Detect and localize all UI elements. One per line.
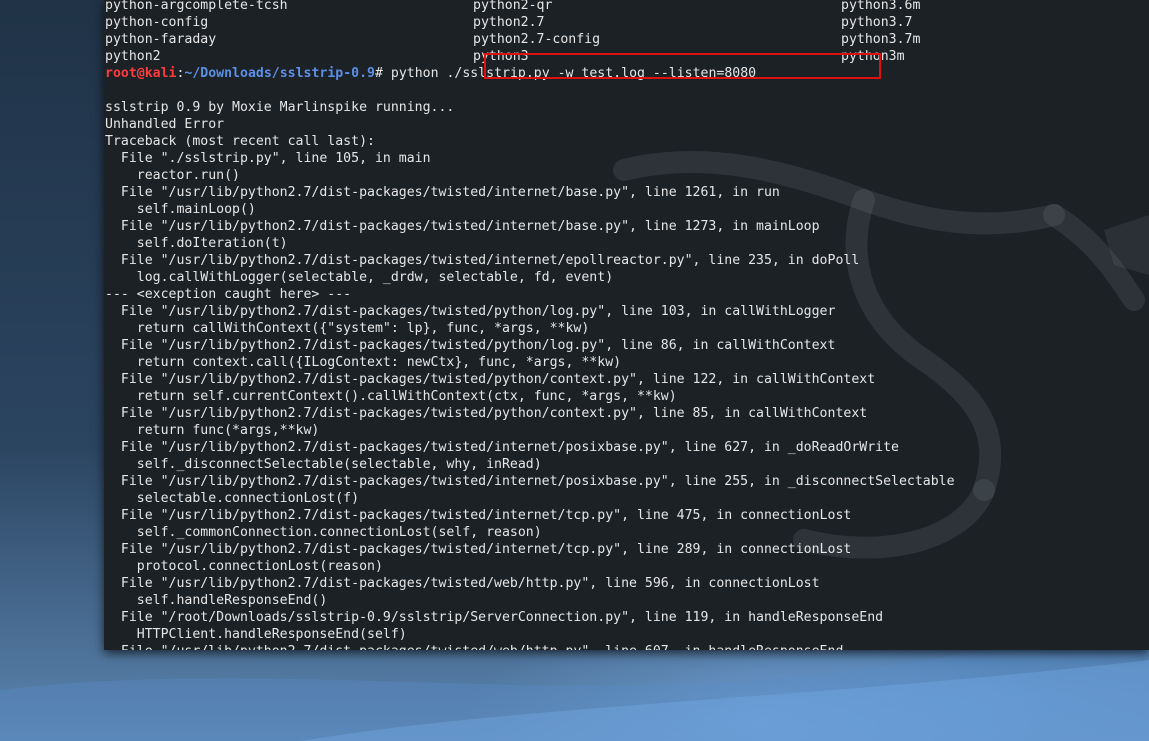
output-line: return callWithContext({"system": lp}, f…: [105, 321, 590, 336]
output-line: File "/usr/lib/python2.7/dist-packages/t…: [105, 542, 852, 557]
output-line: self.handleResponseEnd(): [105, 593, 328, 608]
ls-entry: python-argcomplete-tcsh: [105, 0, 288, 13]
output-line: File "/usr/lib/python2.7/dist-packages/t…: [105, 576, 820, 591]
output-line: Traceback (most recent call last):: [105, 134, 375, 149]
ls-entry: python3.7m: [841, 32, 921, 47]
ls-entry: python3.6m: [841, 0, 921, 13]
output-line: sslstrip 0.9 by Moxie Marlinspike runnin…: [105, 100, 455, 115]
terminal-output: python-argcomplete-tcsh python2-qr pytho…: [105, 0, 1145, 650]
output-line: File "/usr/lib/python2.7/dist-packages/t…: [105, 304, 836, 319]
terminal-window[interactable]: python-argcomplete-tcsh python2-qr pytho…: [104, 0, 1149, 650]
output-line: self._commonConnection.connectionLost(se…: [105, 525, 542, 540]
ls-entry: python2.7: [473, 15, 545, 30]
ls-entry: python-faraday: [105, 32, 217, 47]
ls-entry: python3: [473, 49, 529, 64]
output-line: log.callWithLogger(selectable, _drdw, se…: [105, 270, 614, 285]
command-text[interactable]: python ./sslstrip.py -w test.log --liste…: [383, 66, 756, 81]
output-line: File "/usr/lib/python2.7/dist-packages/t…: [105, 643, 1145, 650]
output-line: HTTPClient.handleResponseEnd(self): [105, 627, 407, 642]
output-line: protocol.connectionLost(reason): [105, 559, 383, 574]
output-line: selectable.connectionLost(f): [105, 491, 360, 506]
prompt-user-host: root@kali: [105, 66, 177, 81]
output-line: return self.currentContext().callWithCon…: [105, 389, 677, 404]
output-line: reactor.run(): [105, 168, 240, 183]
output-line: Unhandled Error: [105, 117, 225, 132]
ls-row: python-argcomplete-tcsh python2-qr pytho…: [105, 0, 1145, 14]
output-line: --- <exception caught here> ---: [105, 287, 352, 302]
ls-row: python2 python3 python3m: [105, 48, 1145, 65]
ls-entry: python3.7: [841, 15, 913, 30]
ls-entry: python3m: [841, 49, 905, 64]
output-line: return func(*args,**kw): [105, 423, 320, 438]
output-line: File "/usr/lib/python2.7/dist-packages/t…: [105, 253, 860, 268]
output-line: File "/usr/lib/python2.7/dist-packages/t…: [105, 474, 955, 489]
traceback-output: sslstrip 0.9 by Moxie Marlinspike runnin…: [105, 82, 1145, 650]
output-line: return context.call({ILogContext: newCtx…: [105, 355, 622, 370]
output-line: File "/usr/lib/python2.7/dist-packages/t…: [105, 219, 820, 234]
output-line: File "/usr/lib/python2.7/dist-packages/t…: [105, 440, 899, 455]
prompt-symbol: #: [374, 66, 383, 81]
ls-entry: python2.7-config: [473, 32, 601, 47]
ls-entry: python2-qr: [473, 0, 553, 13]
ls-entry: python-config: [105, 15, 209, 30]
ls-row: python-faraday python2.7-config python3.…: [105, 31, 1145, 48]
output-line: File "/root/Downloads/sslstrip-0.9/sslst…: [105, 610, 884, 625]
output-line: File "/usr/lib/python2.7/dist-packages/t…: [105, 508, 852, 523]
prompt-path: ~/Downloads/sslstrip-0.9: [184, 66, 375, 81]
ls-row: python-config python2.7 python3.7: [105, 14, 1145, 31]
output-line: self.mainLoop(): [105, 202, 256, 217]
ls-entry: python2: [105, 49, 161, 64]
output-line: File "/usr/lib/python2.7/dist-packages/t…: [105, 338, 836, 353]
output-line: File "/usr/lib/python2.7/dist-packages/t…: [105, 372, 876, 387]
output-line: self.doIteration(t): [105, 236, 288, 251]
output-line: File "/usr/lib/python2.7/dist-packages/t…: [105, 185, 780, 200]
output-line: File "./sslstrip.py", line 105, in main: [105, 151, 431, 166]
prompt-line: root@kali:~/Downloads/sslstrip-0.9# pyth…: [105, 65, 1145, 82]
output-line: File "/usr/lib/python2.7/dist-packages/t…: [105, 406, 868, 421]
output-line: self._disconnectSelectable(selectable, w…: [105, 457, 542, 472]
